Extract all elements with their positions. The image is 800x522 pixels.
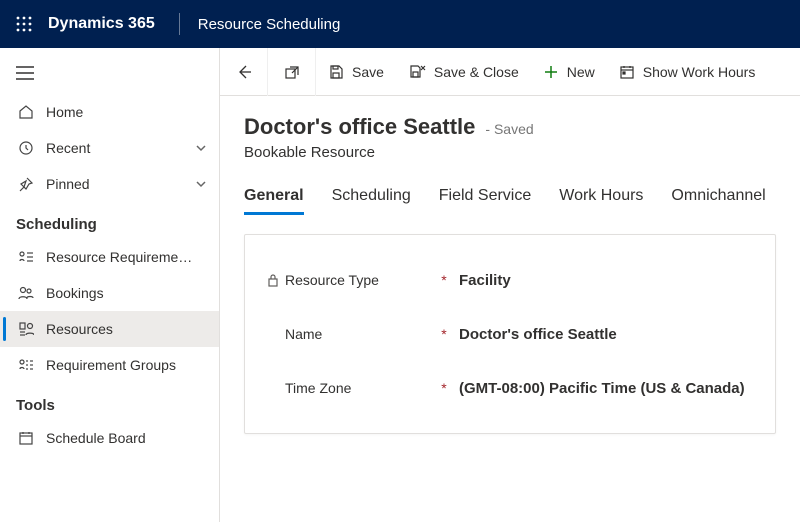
open-new-window-button[interactable]	[268, 48, 316, 96]
show-work-hours-button[interactable]: Show Work Hours	[607, 48, 768, 96]
brand-label: Dynamics 365	[48, 15, 155, 33]
arrow-left-icon	[236, 64, 252, 80]
sidebar-item-resources[interactable]: Resources	[0, 311, 219, 347]
bookings-icon	[16, 285, 36, 301]
tab-work-hours[interactable]: Work Hours	[559, 181, 643, 215]
chevron-down-icon	[195, 178, 207, 190]
show-work-hours-label: Show Work Hours	[643, 64, 756, 80]
entity-label: Bookable Resource	[244, 144, 776, 161]
requirement-groups-icon	[16, 357, 36, 373]
back-button[interactable]	[220, 48, 268, 96]
page-title: Doctor's office Seattle	[244, 114, 475, 140]
plus-icon	[543, 64, 559, 80]
sidebar-item-label: Pinned	[46, 176, 195, 192]
sidebar-item-recent[interactable]: Recent	[0, 130, 219, 166]
field-resource-type[interactable]: Resource Type * Facility	[267, 253, 753, 307]
sidebar-item-label: Schedule Board	[46, 430, 207, 446]
command-bar: Save Save & Close New Show Work Hours	[220, 48, 800, 96]
field-name[interactable]: Name * Doctor's office Seattle	[267, 307, 753, 361]
field-label: Name	[285, 326, 322, 342]
field-value: (GMT-08:00) Pacific Time (US & Canada)	[451, 380, 745, 397]
divider	[179, 13, 180, 35]
home-icon	[16, 104, 36, 120]
recent-icon	[16, 140, 36, 156]
sidebar-item-bookings[interactable]: Bookings	[0, 275, 219, 311]
save-close-button[interactable]: Save & Close	[396, 48, 531, 96]
save-close-label: Save & Close	[434, 64, 519, 80]
sidebar-item-home[interactable]: Home	[0, 94, 219, 130]
new-button[interactable]: New	[531, 48, 607, 96]
new-label: New	[567, 64, 595, 80]
chevron-down-icon	[195, 142, 207, 154]
sidebar-item-label: Recent	[46, 140, 195, 156]
field-time-zone[interactable]: Time Zone * (GMT-08:00) Pacific Time (US…	[267, 361, 753, 415]
app-name-label: Resource Scheduling	[198, 16, 341, 33]
tab-omnichannel[interactable]: Omnichannel	[671, 181, 765, 215]
sidebar-item-label: Home	[46, 104, 207, 120]
sidebar-item-label: Requirement Groups	[46, 357, 207, 373]
sidebar-item-label: Resource Requireme…	[46, 249, 207, 265]
sidebar-item-resource-requirements[interactable]: Resource Requireme…	[0, 239, 219, 275]
sidebar-section-scheduling: Scheduling	[0, 202, 219, 239]
required-indicator: *	[437, 326, 451, 342]
tab-scheduling[interactable]: Scheduling	[332, 181, 411, 215]
lock-icon	[267, 273, 279, 287]
required-indicator: *	[437, 380, 451, 396]
open-new-window-icon	[284, 64, 300, 80]
form-card: Resource Type * Facility Name * Doctor's…	[244, 234, 776, 434]
save-button[interactable]: Save	[316, 48, 396, 96]
calendar-icon	[16, 430, 36, 446]
field-label: Time Zone	[285, 380, 351, 396]
tab-field-service[interactable]: Field Service	[439, 181, 531, 215]
sidebar-section-tools: Tools	[0, 383, 219, 420]
app-launcher-icon[interactable]	[10, 10, 38, 38]
sidebar-item-pinned[interactable]: Pinned	[0, 166, 219, 202]
field-value: Doctor's office Seattle	[451, 326, 617, 343]
hamburger-button[interactable]	[0, 52, 48, 94]
tabs: General Scheduling Field Service Work Ho…	[244, 181, 776, 216]
save-close-icon	[408, 64, 426, 80]
save-status: - Saved	[485, 121, 533, 137]
field-value: Facility	[451, 272, 511, 289]
save-icon	[328, 64, 344, 80]
required-indicator: *	[437, 272, 451, 288]
sidebar-item-label: Resources	[46, 321, 207, 337]
calendar-icon	[619, 64, 635, 80]
field-label: Resource Type	[285, 272, 379, 288]
resources-icon	[16, 321, 36, 337]
sidebar-item-requirement-groups[interactable]: Requirement Groups	[0, 347, 219, 383]
requirements-icon	[16, 249, 36, 265]
sidebar-item-schedule-board[interactable]: Schedule Board	[0, 420, 219, 456]
save-label: Save	[352, 64, 384, 80]
tab-general[interactable]: General	[244, 181, 304, 215]
pin-icon	[16, 176, 36, 192]
sidebar-item-label: Bookings	[46, 285, 207, 301]
sidebar: Home Recent Pinned Scheduling R	[0, 48, 220, 522]
